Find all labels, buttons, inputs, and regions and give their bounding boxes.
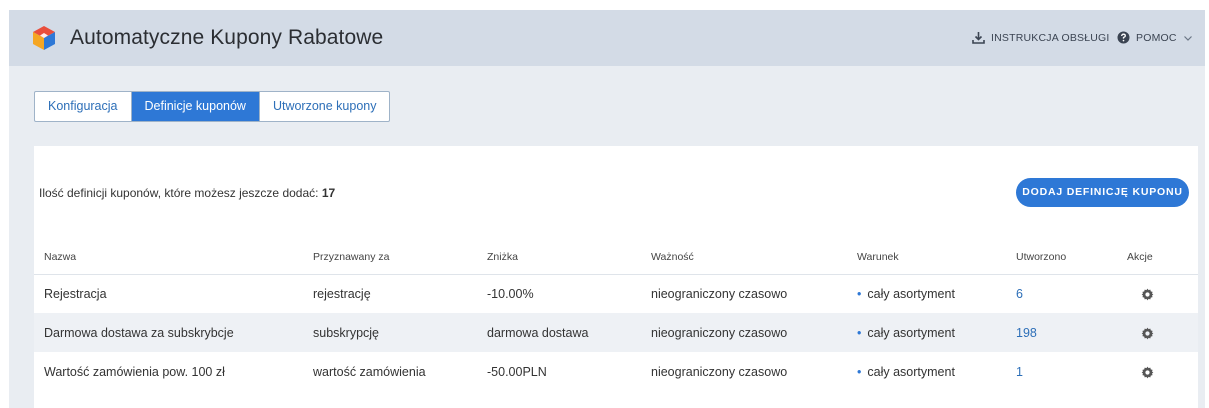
condition-label: cały asortyment <box>867 286 955 301</box>
coupon-definitions-table: Nazwa Przyznawany za Zniżka Ważność Waru… <box>34 240 1198 391</box>
cell-awarded-for: rejestrację <box>313 286 371 301</box>
question-circle-icon <box>1117 31 1130 44</box>
created-count-link[interactable]: 1 <box>1016 365 1023 379</box>
tab-konfiguracja[interactable]: Konfiguracja <box>35 92 132 121</box>
cell-actions <box>1127 274 1198 313</box>
cell-condition: • cały asortyment <box>857 313 1016 352</box>
chevron-down-icon <box>1183 35 1192 41</box>
cell-discount: -10.00% <box>487 286 534 301</box>
cell-awarded-for: wartość zamówienia <box>313 364 426 379</box>
column-header-discount[interactable]: Zniżka <box>487 240 651 275</box>
cell-discount: -50.00PLN <box>487 364 547 379</box>
tab-bar: Konfiguracja Definicje kuponów Utworzone… <box>34 91 391 122</box>
cell-condition: • cały asortyment <box>857 274 1016 313</box>
bullet-icon: • <box>857 364 862 379</box>
gear-icon[interactable] <box>1141 366 1154 379</box>
help-menu[interactable]: POMOC <box>1117 31 1193 44</box>
gear-icon[interactable] <box>1141 288 1154 301</box>
cell-validity: nieograniczony czasowo <box>651 286 788 301</box>
definitions-panel: Ilość definicji kuponów, które możesz je… <box>34 146 1198 408</box>
column-header-validity[interactable]: Ważność <box>651 240 857 275</box>
condition-label: cały asortyment <box>867 325 955 340</box>
table-header-row: Nazwa Przyznawany za Zniżka Ważność Waru… <box>34 240 1198 275</box>
created-count-link[interactable]: 6 <box>1016 287 1023 301</box>
tab-utworzone-kupony[interactable]: Utworzone kupony <box>260 92 390 121</box>
add-coupon-definition-button[interactable]: DODAJ DEFINICJĘ KUPONU <box>1016 178 1189 207</box>
tab-definicje-kuponow[interactable]: Definicje kuponów <box>131 92 260 121</box>
bullet-icon: • <box>857 325 862 340</box>
column-header-condition[interactable]: Warunek <box>857 240 1016 275</box>
column-header-awarded-for[interactable]: Przyznawany za <box>313 240 487 275</box>
bullet-icon: • <box>857 286 862 301</box>
cell-name: Rejestracja <box>44 286 107 301</box>
cell-actions <box>1127 352 1198 391</box>
table-row: Darmowa dostawa za subskrybcje subskrypc… <box>34 313 1198 352</box>
remaining-definitions-text: Ilość definicji kuponów, które możesz je… <box>39 186 319 200</box>
cell-validity: nieograniczony czasowo <box>651 313 857 352</box>
column-header-created[interactable]: Utworzono <box>1016 240 1127 275</box>
cell-validity: nieograniczony czasowo <box>651 364 788 379</box>
table-row: Rejestracja rejestrację -10.00% nieogran… <box>34 274 1198 313</box>
created-count-link[interactable]: 198 <box>1016 326 1037 340</box>
remaining-definitions-info: Ilość definicji kuponów, które możesz je… <box>39 186 335 200</box>
manual-link[interactable]: INSTRUKCJA OBSŁUGI <box>972 31 1110 44</box>
cell-created: 1 <box>1016 352 1127 391</box>
download-icon <box>972 32 985 44</box>
column-header-actions: Akcje <box>1127 240 1198 275</box>
remaining-definitions-count: 17 <box>321 186 336 200</box>
cell-name: Darmowa dostawa za subskrybcje <box>34 313 313 352</box>
cell-created: 198 <box>1016 313 1127 352</box>
gear-icon[interactable] <box>1141 327 1154 340</box>
app-header: Automatyczne Kupony Rabatowe INSTRUKCJA … <box>9 10 1205 66</box>
cell-actions <box>1127 313 1198 352</box>
help-label: POMOC <box>1136 31 1177 44</box>
cell-discount: darmowa dostawa <box>487 313 651 352</box>
condition-label: cały asortyment <box>867 364 955 379</box>
cell-condition: • cały asortyment <box>857 352 1016 391</box>
table-row: Wartość zamówienia pow. 100 zł wartość z… <box>34 352 1198 391</box>
app-title: Automatyczne Kupony Rabatowe <box>70 26 384 49</box>
cell-awarded-for: subskrypcję <box>313 313 487 352</box>
app-frame: Automatyczne Kupony Rabatowe INSTRUKCJA … <box>9 10 1205 408</box>
cell-name: Wartość zamówienia pow. 100 zł <box>44 364 225 379</box>
manual-label: INSTRUKCJA OBSŁUGI <box>991 31 1110 44</box>
app-logo-icon <box>33 26 55 50</box>
column-header-name[interactable]: Nazwa <box>34 240 313 275</box>
cell-created: 6 <box>1016 274 1127 313</box>
